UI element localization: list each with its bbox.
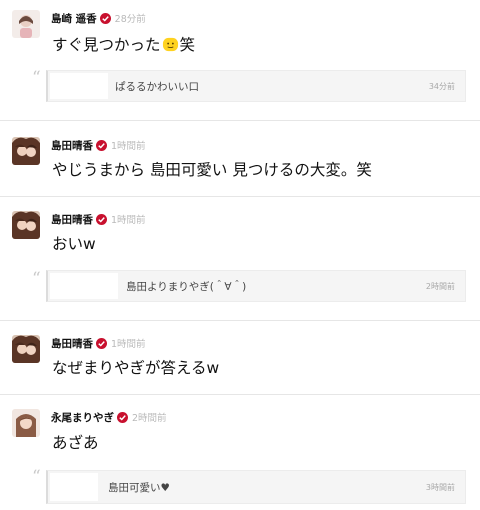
post-text: やじうまから 島田可愛い 見つけるの大変。笑 xyxy=(52,161,372,179)
divider xyxy=(0,394,480,395)
verified-icon xyxy=(99,12,111,24)
post-time[interactable]: 1時間前 xyxy=(111,138,146,152)
verified-icon xyxy=(96,213,107,225)
avatar-shimazaki[interactable] xyxy=(12,10,40,38)
author-name[interactable]: 永尾まりやぎ xyxy=(51,410,114,425)
post-time[interactable]: 1時間前 xyxy=(111,336,146,350)
author-name[interactable]: 島崎 遥香 xyxy=(51,11,97,26)
author-name[interactable]: 島田晴香 xyxy=(51,138,93,153)
post-header: 島田晴香 1時間前 xyxy=(51,211,146,227)
reply-text: 島田よりまりやぎ(＾∀＾) xyxy=(126,280,247,293)
reply-box[interactable]: 島田可愛い♥ 3時間前 xyxy=(46,470,466,504)
quote-icon: “ xyxy=(32,269,41,289)
reply-text: 島田可愛い♥ xyxy=(108,481,170,494)
divider xyxy=(0,196,480,197)
post-time[interactable]: 1時間前 xyxy=(111,212,146,226)
post-text-main: すぐ見つかった xyxy=(52,36,161,54)
reply-time: 34分前 xyxy=(428,81,455,91)
reply-time: 2時間前 xyxy=(425,281,455,291)
post-header: 島崎 遥香 28分前 xyxy=(51,10,146,26)
quote-icon: “ xyxy=(32,467,41,487)
reply-box[interactable]: ぱるるかわいい口 34分前 xyxy=(46,70,466,102)
avatar-shimada[interactable] xyxy=(12,211,40,239)
reply-avatar xyxy=(50,273,118,299)
reply-text: ぱるるかわいい口 xyxy=(115,80,199,93)
divider xyxy=(0,320,480,321)
avatar-nagao[interactable] xyxy=(12,409,40,437)
reply-box[interactable]: 島田よりまりやぎ(＾∀＾) 2時間前 xyxy=(46,270,466,302)
post-text: おいw xyxy=(52,235,96,253)
reply-avatar xyxy=(50,73,108,99)
post-time[interactable]: 28分前 xyxy=(115,11,146,25)
post-time[interactable]: 2時間前 xyxy=(132,410,167,424)
post-text: なぜまりやぎが答えるw xyxy=(52,359,220,377)
post-header: 永尾まりやぎ 2時間前 xyxy=(51,409,167,425)
verified-icon xyxy=(96,337,107,349)
author-name[interactable]: 島田晴香 xyxy=(51,336,93,351)
author-name[interactable]: 島田晴香 xyxy=(51,212,93,227)
post-text: あざあ xyxy=(52,434,99,452)
reply-avatar xyxy=(50,473,98,501)
avatar-shimada[interactable] xyxy=(12,335,40,363)
post-header: 島田晴香 1時間前 xyxy=(51,335,146,351)
divider xyxy=(0,120,480,121)
verified-icon xyxy=(117,411,128,423)
quote-icon: “ xyxy=(32,68,41,88)
post-text: すぐ見つかった 笑 xyxy=(52,33,195,55)
avatar-shimada[interactable] xyxy=(12,137,40,165)
post-header: 島田晴香 1時間前 xyxy=(51,137,146,153)
reply-time: 3時間前 xyxy=(425,482,455,492)
smiling-face-emoji-icon xyxy=(162,36,179,53)
post-text-suffix: 笑 xyxy=(179,36,196,54)
verified-icon xyxy=(96,139,107,151)
